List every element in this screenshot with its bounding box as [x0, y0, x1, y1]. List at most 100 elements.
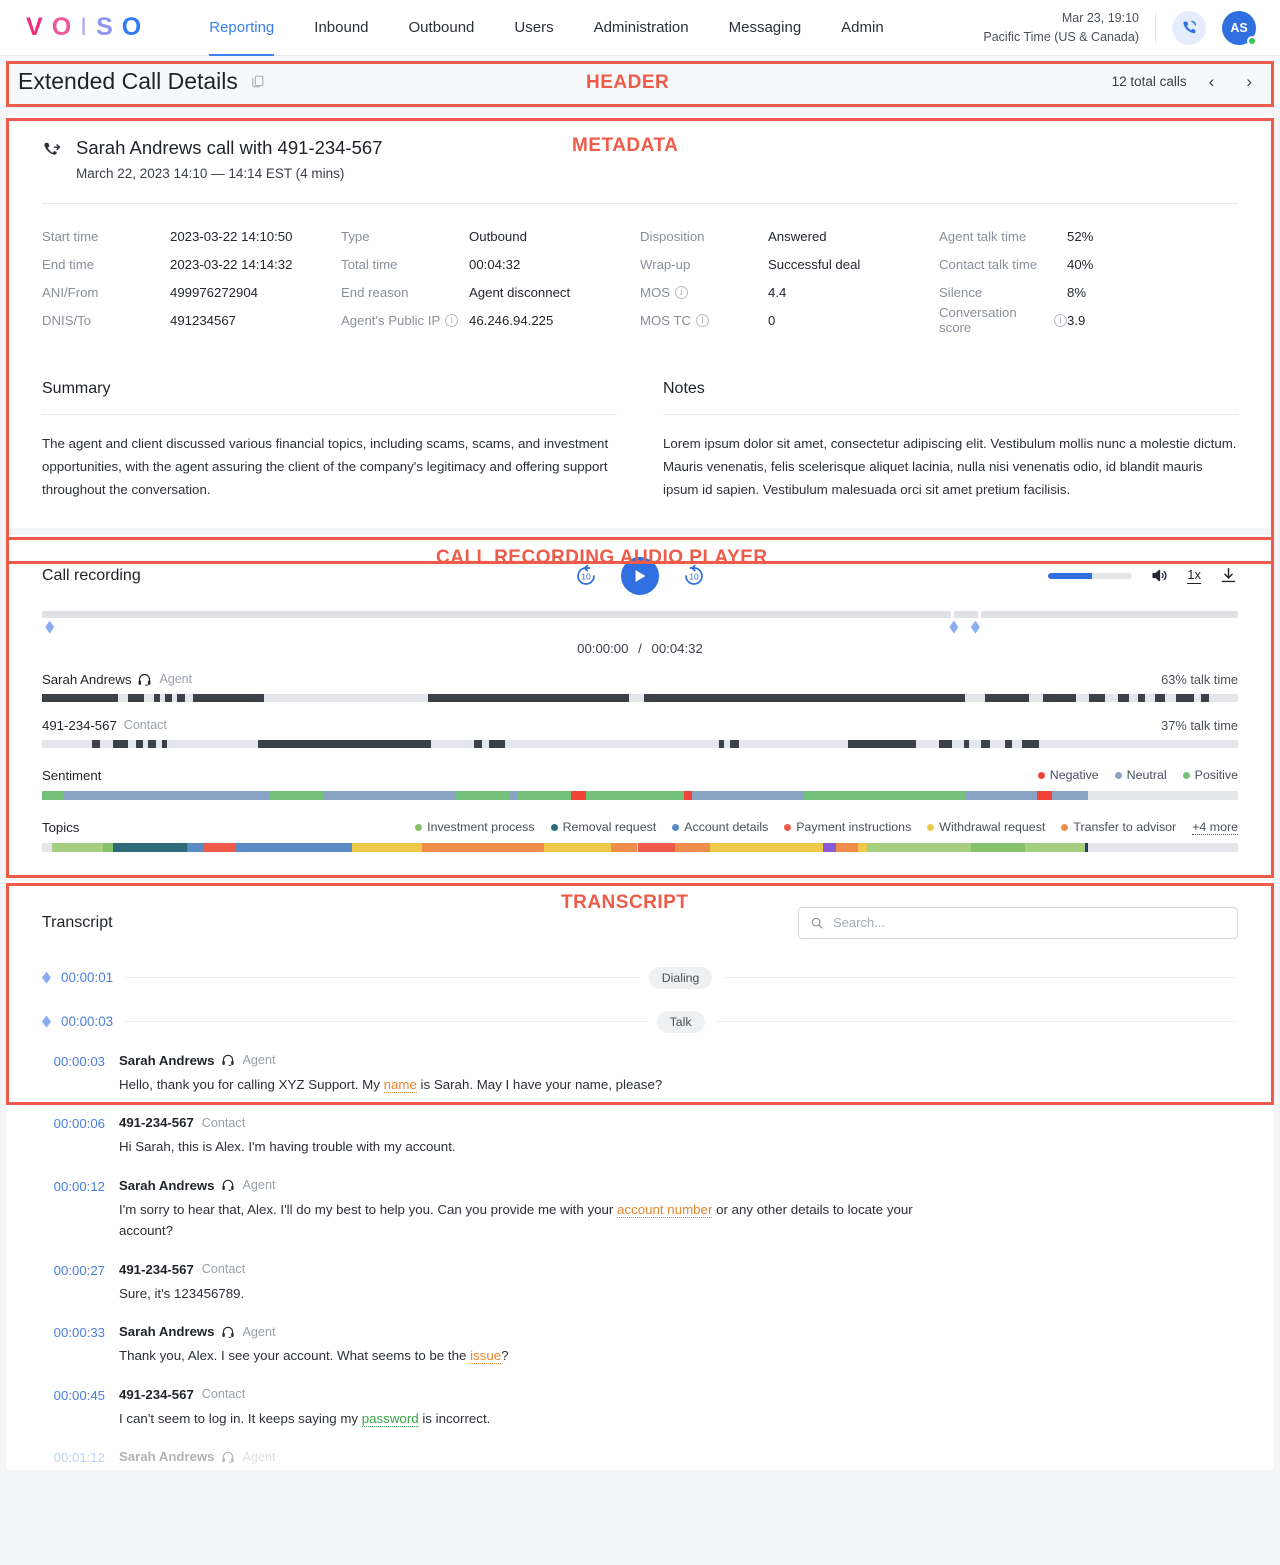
search-box[interactable] [798, 906, 1238, 939]
sentiment-label: Sentiment [42, 767, 102, 783]
waveform-segment [1005, 739, 1013, 748]
legend-item[interactable]: Payment instructions [784, 820, 911, 834]
event-rule [722, 977, 1238, 979]
event-time[interactable]: 00:00:01 [61, 970, 113, 985]
headset-icon [221, 1178, 235, 1192]
turn-timestamp[interactable]: 00:00:12 [42, 1178, 105, 1242]
turn-body: 491-234-567 Contact I can't seem to log in… [119, 1387, 1238, 1430]
nav-item-users[interactable]: Users [494, 0, 573, 56]
metadata-value: 52% [1067, 228, 1094, 244]
transcript-keyword[interactable]: account number [617, 1201, 713, 1218]
volume-slider[interactable] [1048, 572, 1133, 579]
event-time[interactable]: 00:00:03 [61, 1014, 113, 1029]
timeline-track[interactable] [42, 610, 1238, 618]
avatar[interactable]: AS [1222, 10, 1257, 46]
notes-block: Notes Lorem ipsum dolor sit amet, consec… [663, 380, 1238, 502]
event-marker-icon[interactable] [42, 1015, 51, 1028]
nav-item-reporting[interactable]: Reporting [189, 0, 294, 56]
turn-timestamp[interactable]: 00:01:12 [42, 1449, 105, 1470]
phone-icon[interactable] [1172, 10, 1206, 45]
legend-item[interactable]: Investment process [415, 820, 535, 834]
sentiment-bar[interactable] [42, 790, 1238, 800]
legend-item[interactable]: Negative [1037, 768, 1099, 782]
legend-item[interactable]: Neutral [1114, 768, 1167, 782]
legend-item[interactable]: Account details [672, 820, 768, 834]
turn-speaker: Sarah Andrews Agent [119, 1449, 1238, 1464]
clock-display: Mar 23, 19:10 Pacific Time (US & Canada) [983, 9, 1139, 45]
nav-item-admin[interactable]: Admin [821, 0, 904, 56]
bar-segment [42, 790, 63, 800]
transcript-keyword[interactable]: issue [470, 1348, 502, 1365]
timeline-marker[interactable] [949, 620, 959, 634]
metadata-value: 00:04:32 [469, 256, 521, 272]
turn-speaker: Sarah Andrews Agent [119, 1324, 1238, 1339]
event-chip: Dialing [648, 966, 713, 989]
metadata-key: MOS TC i [640, 313, 768, 328]
event-marker-icon[interactable] [42, 971, 51, 984]
legend-item[interactable]: Transfer to advisor [1061, 820, 1176, 834]
waveform-segment [127, 693, 145, 702]
copy-icon[interactable] [250, 74, 265, 89]
playback-speed-button[interactable]: 1x [1187, 567, 1201, 584]
turn-timestamp[interactable]: 00:00:06 [42, 1115, 105, 1158]
nav-item-messaging[interactable]: Messaging [709, 0, 822, 56]
prev-call-button[interactable]: ‹ [1199, 70, 1225, 94]
search-input[interactable] [833, 915, 1226, 931]
timeline-marker[interactable] [45, 620, 55, 634]
next-call-button[interactable]: › [1236, 70, 1262, 94]
turn-body: Sarah Andrews Agent Thank you, Alex. I see… [119, 1324, 1238, 1367]
contact-role: Contact [123, 718, 167, 733]
info-icon[interactable]: i [696, 313, 710, 327]
metadata-key-label: MOS TC [640, 312, 692, 328]
nav-item-outbound[interactable]: Outbound [389, 0, 495, 56]
metadata-row: Silence 8% [939, 278, 1238, 306]
bar-segment [637, 842, 675, 852]
volume-slider-fill [1048, 572, 1092, 579]
info-icon[interactable]: i [1054, 313, 1067, 327]
download-icon[interactable] [1219, 566, 1238, 585]
transcript-body: 00:00:01 Dialing 00:00:03 Talk 00:00:03 Sarah… [42, 966, 1238, 1471]
turn-timestamp[interactable]: 00:00:45 [42, 1387, 105, 1430]
metadata-row: Agent talk time 52% [939, 222, 1238, 250]
info-icon[interactable]: i [675, 285, 689, 299]
topics-bar[interactable] [42, 842, 1238, 852]
event-rule [123, 977, 639, 979]
nav-item-administration[interactable]: Administration [574, 0, 709, 56]
nav-item-inbound[interactable]: Inbound [294, 0, 388, 56]
transcript-card: Transcript 00:00:01Dialing00:00:03Talk00… [6, 880, 1274, 1471]
svg-text:10: 10 [689, 571, 699, 581]
annotation-label-transcript: TRANSCRIPT [561, 891, 689, 913]
transcript-keyword[interactable]: name [383, 1076, 417, 1093]
agent-waveform-bar[interactable] [42, 693, 1238, 702]
summary-notes-wrapper: Summary The agent and client discussed v… [42, 380, 1238, 502]
legend-item[interactable]: Removal request [550, 820, 656, 834]
legend-item[interactable]: Positive [1182, 768, 1238, 782]
turn-timestamp[interactable]: 00:00:03 [42, 1053, 105, 1096]
transcript-turn: 00:00:06 491-234-567 Contact Hi Sarah, this… [42, 1115, 1238, 1158]
turn-timestamp[interactable]: 00:00:33 [42, 1324, 105, 1367]
metadata-key-label: DNIS/To [42, 312, 92, 328]
contact-name: 491-234-567 [42, 717, 117, 733]
metadata-key-label: Silence [939, 284, 983, 300]
timeline-marker[interactable] [970, 620, 980, 634]
topics-more-link[interactable]: +4 more [1192, 820, 1238, 835]
info-icon[interactable]: i [445, 313, 459, 327]
metadata-value: 4.4 [768, 284, 787, 300]
transcript-turn: 00:00:03 Sarah Andrews Agent Hello, thank y… [42, 1053, 1238, 1096]
metadata-key: Contact talk time [939, 257, 1067, 272]
agent-talk-time: 63% talk time [1161, 671, 1238, 687]
transcript-keyword[interactable]: password [361, 1410, 419, 1427]
voiso-logo[interactable]: V O I S O [18, 13, 143, 42]
timeline-wrapper[interactable] [42, 610, 1238, 634]
metadata-row: Conversation score i 3.9 [939, 305, 1238, 335]
metadata-key: Total time [341, 257, 469, 272]
waveform-segment [164, 693, 172, 702]
turn-timestamp[interactable]: 00:00:27 [42, 1262, 105, 1305]
legend-dot [672, 823, 680, 831]
bar-segment [684, 790, 693, 800]
metadata-key-label: Type [341, 228, 370, 244]
contact-waveform-bar[interactable] [42, 739, 1238, 748]
agent-name: Sarah Andrews [42, 671, 132, 687]
volume-icon[interactable] [1150, 566, 1169, 585]
legend-item[interactable]: Withdrawal request [927, 820, 1045, 834]
